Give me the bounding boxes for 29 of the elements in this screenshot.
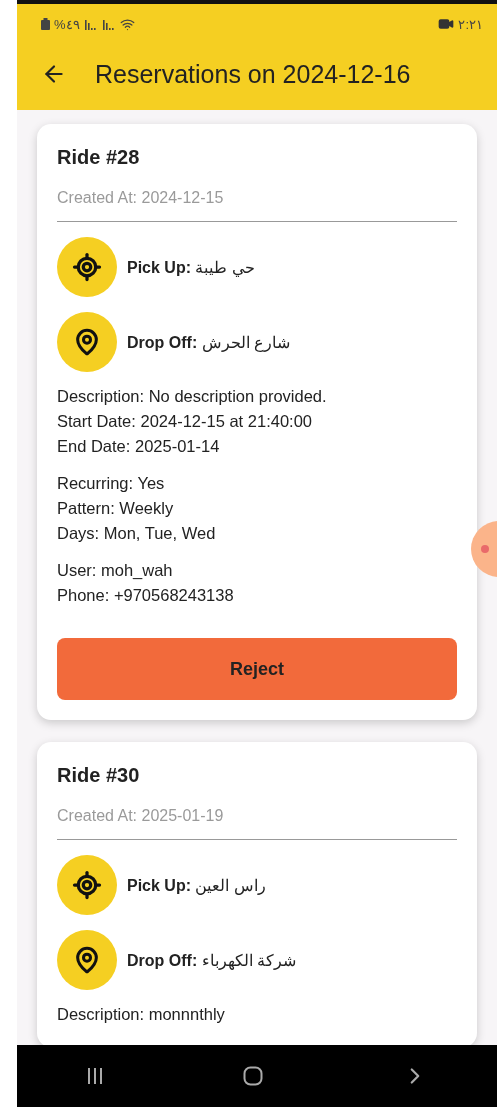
recent-apps-icon[interactable] — [86, 1067, 105, 1085]
ride-detail: End Date: 2025-01-14 — [57, 436, 221, 457]
crosshair-icon — [57, 855, 117, 915]
ride-detail: Recurring: Yes — [57, 473, 166, 494]
created-date: Created At: 2025-01-19 — [57, 807, 457, 840]
ride-title: Ride #28 — [57, 146, 141, 169]
signal-icon — [101, 18, 116, 30]
ride-title: Ride #30 — [57, 764, 141, 787]
wifi-icon — [119, 16, 135, 32]
status-time: ٢:٢١ — [458, 16, 483, 32]
signal-icon — [83, 18, 98, 30]
ride-detail: User: moh_wah — [57, 560, 174, 581]
map-pin-icon — [57, 312, 117, 372]
ride-detail: Description: monnnthly — [57, 1004, 226, 1025]
crosshair-icon — [57, 237, 117, 297]
dot-icon — [481, 545, 489, 553]
ride-detail: Start Date: 2024-12-15 at 21:40:00 — [57, 411, 313, 432]
ride-detail: Days: Mon, Tue, Wed — [57, 523, 217, 544]
battery-icon — [41, 18, 50, 30]
ride-detail: Phone: +970568243138 — [57, 585, 235, 606]
home-icon[interactable] — [243, 1066, 263, 1086]
ride-detail: Pattern: Weekly — [57, 498, 175, 519]
battery-percent: %٤٩ — [54, 16, 80, 32]
video-camera-icon — [438, 16, 455, 32]
reject-button[interactable]: Reject — [57, 638, 457, 700]
map-pin-icon — [57, 930, 117, 990]
page-title: Reservations on 2024-12-16 — [95, 59, 411, 89]
ride-detail: Description: No description provided. — [57, 386, 328, 407]
created-date: Created At: 2024-12-15 — [57, 189, 457, 222]
